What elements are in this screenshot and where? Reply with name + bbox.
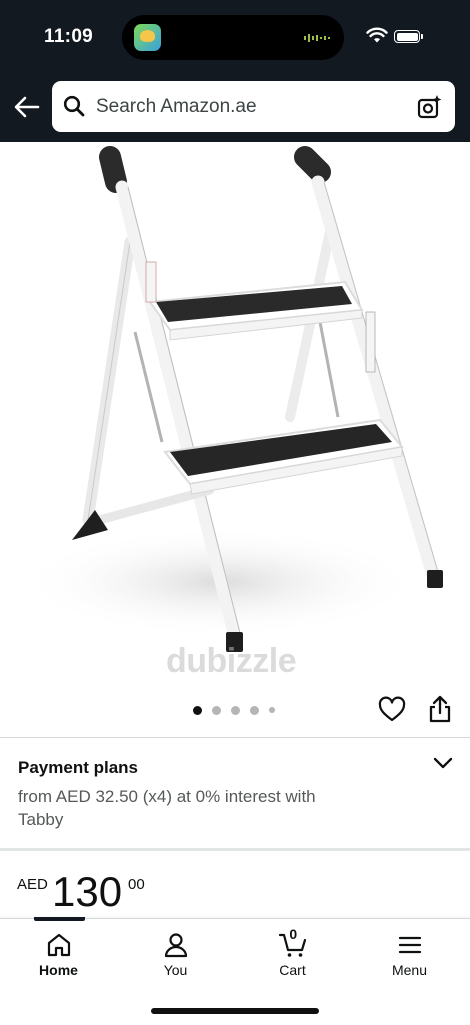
payment-plans-title: Payment plans xyxy=(18,758,138,777)
divider xyxy=(0,737,470,738)
nav-label: Cart xyxy=(279,962,306,978)
wifi-icon xyxy=(366,27,388,43)
heart-icon[interactable] xyxy=(378,696,406,724)
back-button[interactable] xyxy=(10,90,44,124)
battery-icon xyxy=(394,30,423,43)
payment-plans-detail: from AED 32.50 (x4) at 0% interest with … xyxy=(18,787,316,829)
section-divider xyxy=(0,848,470,851)
home-icon xyxy=(47,933,70,957)
price-currency: AED xyxy=(17,876,48,893)
active-indicator xyxy=(34,917,85,921)
watermark: dubizzle xyxy=(166,642,297,680)
search-icon xyxy=(63,95,85,117)
home-indicator xyxy=(151,1008,319,1014)
search-input[interactable] xyxy=(96,96,396,118)
nav-label: Home xyxy=(39,962,78,978)
image-carousel-dots[interactable] xyxy=(193,705,275,715)
price-fraction: 00 xyxy=(128,876,145,893)
header xyxy=(0,72,470,142)
camera-search-icon[interactable] xyxy=(417,94,443,120)
nav-cart[interactable]: 0 Cart xyxy=(234,919,351,989)
carousel-dot[interactable] xyxy=(250,705,259,715)
step-ladder-image xyxy=(20,146,443,652)
app-activity-icon xyxy=(134,24,161,51)
nav-label: Menu xyxy=(391,962,428,978)
audio-wave-icon xyxy=(304,34,330,42)
carousel-dot[interactable] xyxy=(212,705,221,715)
search-bar[interactable] xyxy=(52,81,455,132)
carousel-dot[interactable] xyxy=(193,705,202,715)
user-icon xyxy=(164,933,187,958)
nav-you[interactable]: You xyxy=(117,919,234,989)
status-time: 11:09 xyxy=(44,26,94,47)
nav-label: You xyxy=(163,962,188,978)
chevron-down-icon[interactable] xyxy=(432,755,454,771)
carousel-dot[interactable] xyxy=(269,707,275,713)
price-whole: 130 xyxy=(52,868,123,915)
dynamic-island xyxy=(122,15,344,60)
share-icon[interactable] xyxy=(427,694,453,724)
product-image[interactable]: dubizzle xyxy=(0,142,470,687)
arrow-left-icon xyxy=(14,96,40,118)
menu-icon xyxy=(398,936,421,954)
status-bar: 11:09 xyxy=(0,0,470,72)
carousel-dot[interactable] xyxy=(231,705,240,715)
cart-count: 0 xyxy=(289,926,298,942)
nav-home[interactable]: Home xyxy=(0,917,117,989)
nav-menu[interactable]: Menu xyxy=(351,919,468,989)
